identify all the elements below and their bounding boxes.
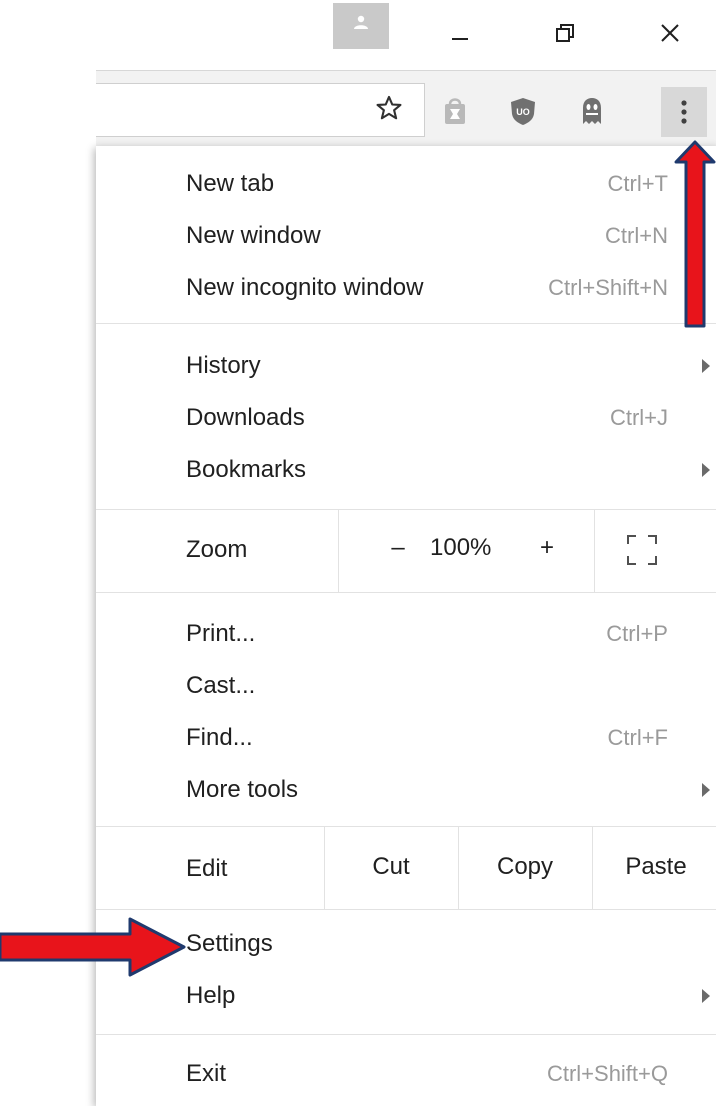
ublock-extension-icon: UO: [511, 98, 535, 125]
menu-item-exit[interactable]: Exit Ctrl+Shift+Q: [96, 1048, 716, 1100]
menu-item-label: Downloads: [186, 404, 305, 431]
menu-item-label: Cast...: [186, 672, 256, 699]
submenu-arrow-icon: [702, 989, 710, 1003]
menu-item-history[interactable]: History: [96, 340, 716, 392]
menu-item-more-tools[interactable]: More tools: [96, 764, 716, 816]
menu-divider: [96, 909, 716, 910]
title-bar: [0, 0, 716, 70]
annotation-arrow-right: [0, 917, 186, 977]
close-icon: [661, 24, 679, 42]
minimize-icon: [452, 38, 468, 40]
menu-item-find[interactable]: Find... Ctrl+F: [96, 712, 716, 764]
submenu-arrow-icon: [702, 359, 710, 373]
menu-item-downloads[interactable]: Downloads Ctrl+J: [96, 392, 716, 444]
menu-item-label: Help: [186, 982, 236, 1009]
menu-item-label: History: [186, 352, 261, 379]
cut-button[interactable]: Cut: [324, 853, 458, 881]
fullscreen-button[interactable]: [622, 530, 662, 570]
star-icon: [376, 95, 402, 120]
ublock-extension-button[interactable]: UO: [501, 89, 545, 133]
submenu-arrow-icon: [702, 463, 710, 477]
zoom-in-button[interactable]: +: [532, 534, 562, 562]
browser-toolbar: UO: [96, 70, 716, 147]
store-extension-icon: [445, 98, 465, 124]
menu-item-shortcut: Ctrl+N: [605, 223, 668, 248]
menu-item-new-tab[interactable]: New tab Ctrl+T: [96, 158, 716, 210]
menu-item-shortcut: Ctrl+Shift+N: [548, 275, 668, 300]
menu-item-bookmarks[interactable]: Bookmarks: [96, 444, 716, 496]
menu-item-help[interactable]: Help: [96, 970, 716, 1022]
menu-item-label: New incognito window: [186, 274, 424, 301]
bookmark-star-button[interactable]: [364, 83, 414, 133]
cell-divider: [338, 510, 339, 592]
profile-icon: [354, 15, 368, 29]
menu-item-label: More tools: [186, 776, 299, 803]
menu-row-zoom: Zoom – 100% +: [96, 510, 716, 592]
menu-item-label: Bookmarks: [186, 456, 307, 483]
cell-divider: [594, 510, 595, 592]
menu-item-shortcut: Ctrl+F: [607, 725, 669, 750]
paste-button[interactable]: Paste: [592, 853, 716, 881]
menu-item-new-window[interactable]: New window Ctrl+N: [96, 210, 716, 262]
menu-item-label: Print...: [186, 620, 256, 647]
copy-button[interactable]: Copy: [458, 853, 592, 881]
menu-item-label: Exit: [186, 1060, 227, 1087]
menu-item-label: Settings: [186, 930, 273, 957]
more-vertical-icon: [681, 100, 687, 124]
menu-item-label: New tab: [186, 170, 275, 197]
menu-item-new-incognito-window[interactable]: New incognito window Ctrl+Shift+N: [96, 262, 716, 314]
zoom-label: Zoom: [186, 536, 248, 563]
chrome-menu-button[interactable]: [661, 87, 707, 137]
menu-item-shortcut: Ctrl+P: [606, 621, 668, 646]
menu-item-print[interactable]: Print... Ctrl+P: [96, 608, 716, 660]
menu-item-shortcut: Ctrl+T: [607, 171, 669, 196]
menu-item-settings[interactable]: Settings: [96, 918, 716, 970]
menu-item-shortcut: Ctrl+Shift+Q: [546, 1061, 668, 1086]
menu-item-shortcut: Ctrl+J: [609, 405, 668, 430]
close-button[interactable]: [640, 8, 700, 58]
menu-row-edit: Edit Cut Copy Paste: [96, 827, 716, 909]
menu-divider: [96, 323, 716, 324]
chrome-main-menu: New tab Ctrl+T New window Ctrl+N New inc…: [96, 146, 716, 1106]
profile-button[interactable]: [333, 3, 389, 49]
restore-button[interactable]: [535, 8, 595, 58]
fullscreen-icon: [627, 535, 657, 565]
zoom-out-button[interactable]: –: [378, 534, 418, 562]
ghostery-extension-button[interactable]: [570, 89, 614, 133]
menu-divider: [96, 592, 716, 593]
menu-divider: [96, 1034, 716, 1035]
submenu-arrow-icon: [702, 783, 710, 797]
menu-item-cast[interactable]: Cast...: [96, 660, 716, 712]
annotation-arrow-up: [674, 140, 716, 328]
menu-item-label: Find...: [186, 724, 253, 751]
zoom-level-value: 100%: [430, 534, 492, 561]
edit-label: Edit: [186, 855, 228, 882]
restore-icon: [556, 24, 574, 42]
menu-item-label: New window: [186, 222, 321, 249]
store-extension-button[interactable]: [433, 89, 477, 133]
minimize-button[interactable]: [430, 8, 490, 58]
svg-text:UO: UO: [516, 107, 530, 117]
ghostery-extension-icon: [583, 98, 601, 124]
